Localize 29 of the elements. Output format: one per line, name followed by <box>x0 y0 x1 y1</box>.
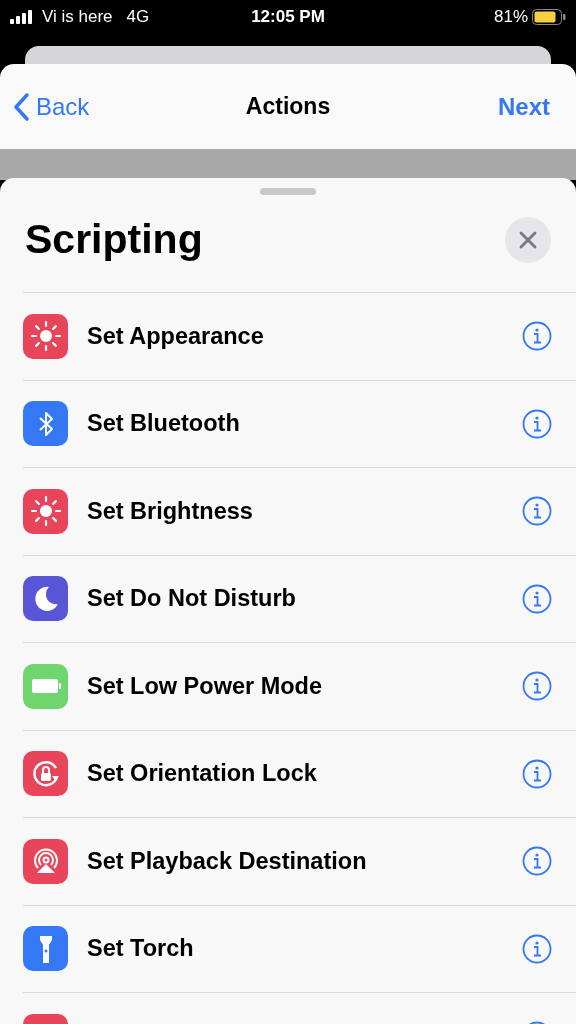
info-button[interactable] <box>522 933 552 964</box>
info-button[interactable] <box>522 583 552 614</box>
action-label: Set Playback Destination <box>87 846 367 876</box>
info-button[interactable] <box>522 496 552 527</box>
action-label: Set Appearance <box>87 321 264 351</box>
info-button[interactable] <box>522 671 552 702</box>
nav-title: Actions <box>244 92 332 122</box>
action-label: Set Low Power Mode <box>87 671 323 701</box>
next-button[interactable]: Next <box>497 88 564 125</box>
action-label: Set Bluetooth <box>87 409 240 439</box>
action-label: Set Do Not Disturb <box>87 584 296 614</box>
info-button[interactable] <box>522 321 552 352</box>
action-label: Set Torch <box>87 934 194 964</box>
info-button[interactable] <box>522 758 552 789</box>
back-button[interactable]: Back <box>12 88 90 125</box>
carrier-name: Vi is here <box>42 6 113 29</box>
info-button[interactable] <box>522 408 552 439</box>
clock-time: 12:05 PM <box>250 6 326 29</box>
close-button[interactable] <box>505 217 551 263</box>
drag-handle[interactable] <box>260 188 316 195</box>
close-icon <box>518 230 538 250</box>
network-type: 4G <box>126 6 150 29</box>
battery-icon <box>532 9 566 25</box>
chevron-left-icon <box>12 91 30 122</box>
battery-percent: 81% <box>493 6 528 29</box>
action-label: Set Orientation Lock <box>87 759 317 789</box>
sheet-title: Scripting <box>25 215 203 265</box>
info-button[interactable] <box>522 846 552 877</box>
action-label: Set Brightness <box>87 496 253 526</box>
